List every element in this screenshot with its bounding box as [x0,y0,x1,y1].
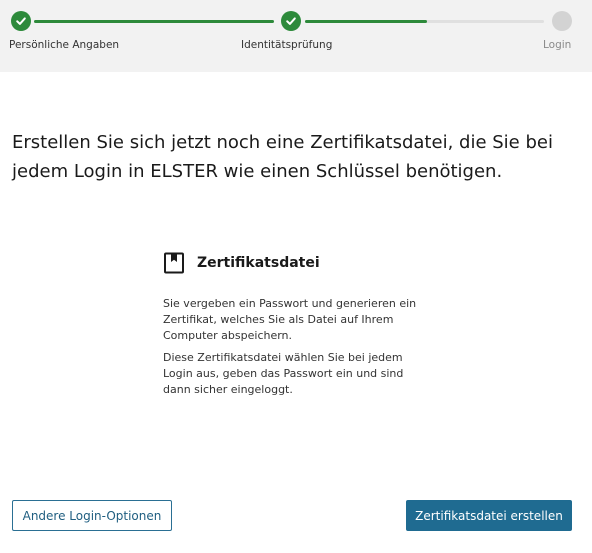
card-description-1: Sie vergeben ein Passwort und generieren… [163,297,417,342]
bookmark-document-icon [164,252,184,274]
card-title: Zertifikatsdatei [197,255,320,271]
page-headline: Erstellen Sie sich jetzt noch eine Zerti… [12,132,553,182]
other-login-options-button[interactable]: Andere Login-Optionen [12,500,172,531]
step-2-label: Identitätsprüfung [241,39,333,51]
card-header: Zertifikatsdatei [163,252,433,274]
create-certificate-button[interactable]: Zertifikatsdatei erstellen [406,500,572,531]
check-icon [16,17,26,25]
step-1-indicator [11,11,31,31]
step-2-indicator [281,11,301,31]
step-1-label: Persönliche Angaben [9,39,120,51]
step-3-indicator [552,11,572,31]
progress-stepper: Persönliche Angaben Identitätsprüfung Lo… [0,0,592,72]
step-3-label: Login [543,39,572,51]
check-icon [286,17,296,25]
card-description-2: Diese Zertifikatsdatei wählen Sie bei je… [163,351,404,396]
step-connector-2-progress [305,20,427,23]
certificate-info-card: Zertifikatsdatei Sie vergeben ein Passwo… [163,252,433,398]
step-connector-1 [34,20,274,23]
